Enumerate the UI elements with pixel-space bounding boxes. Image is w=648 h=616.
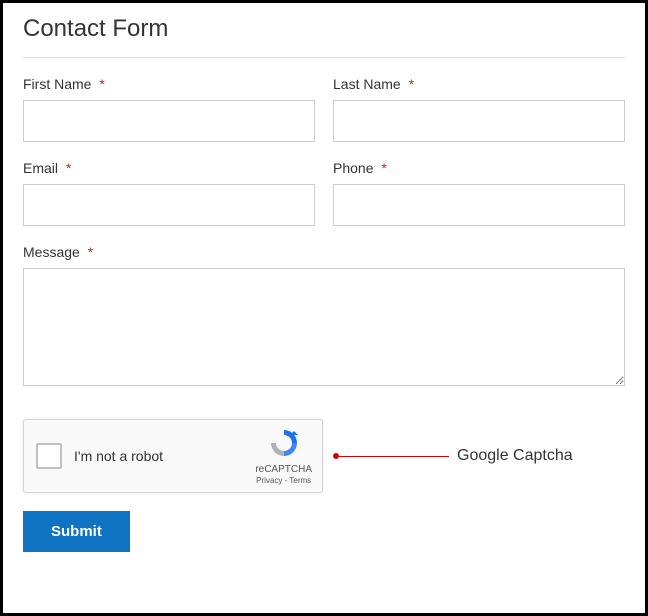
required-marker: * [66,160,71,176]
submit-button[interactable]: Submit [23,511,130,552]
annotation-line-icon [339,456,449,457]
label-text: Message [23,244,80,260]
last-name-input[interactable] [333,100,625,142]
recaptcha-branding: reCAPTCHA Privacy - Terms [255,427,312,485]
first-name-label: First Name * [23,76,315,92]
label-text: Email [23,160,58,176]
contact-form-frame: Contact Form First Name * Last Name * Em… [0,0,648,616]
required-marker: * [381,160,386,176]
message-label: Message * [23,244,625,260]
row-contact: Email * Phone * [23,160,625,226]
recaptcha-widget: I'm not a robot reCAPTCHA Privacy - Term… [23,419,323,493]
field-message: Message * [23,244,625,391]
last-name-label: Last Name * [333,76,625,92]
required-marker: * [409,76,414,92]
recaptcha-label: I'm not a robot [74,448,255,464]
field-first-name: First Name * [23,76,315,142]
annotation-label: Google Captcha [457,447,573,465]
recaptcha-links[interactable]: Privacy - Terms [255,476,312,486]
divider [23,57,625,58]
first-name-input[interactable] [23,100,315,142]
recaptcha-brand: reCAPTCHA [255,464,312,476]
email-input[interactable] [23,184,315,226]
field-phone: Phone * [333,160,625,226]
recaptcha-checkbox[interactable] [36,443,62,469]
row-name: First Name * Last Name * [23,76,625,142]
recaptcha-icon [268,427,300,459]
form-title: Contact Form [23,15,625,43]
required-marker: * [88,244,93,260]
required-marker: * [99,76,104,92]
email-label: Email * [23,160,315,176]
field-email: Email * [23,160,315,226]
message-textarea[interactable] [23,268,625,386]
phone-label: Phone * [333,160,625,176]
captcha-row: I'm not a robot reCAPTCHA Privacy - Term… [23,419,625,493]
field-last-name: Last Name * [333,76,625,142]
label-text: Last Name [333,76,401,92]
label-text: Phone [333,160,373,176]
label-text: First Name [23,76,91,92]
annotation: Google Captcha [333,447,573,465]
phone-input[interactable] [333,184,625,226]
